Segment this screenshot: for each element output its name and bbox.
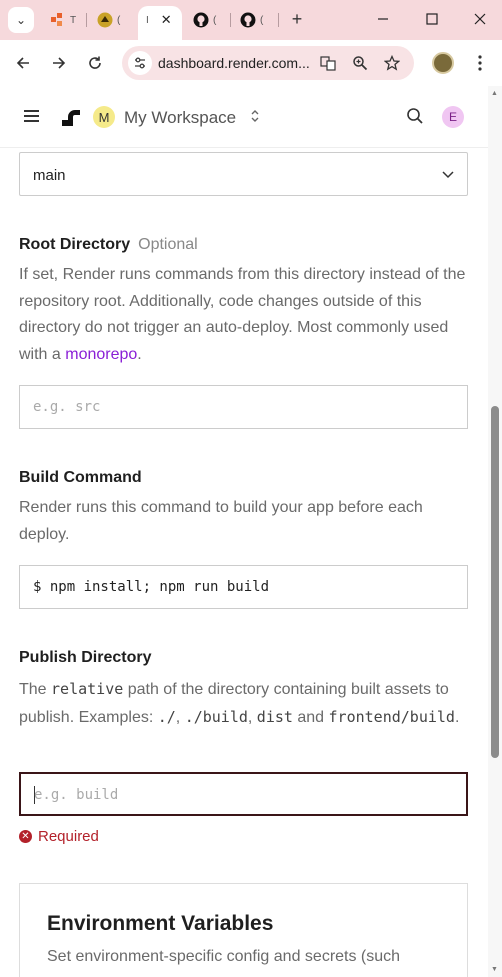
root-directory-description: If set, Render runs commands from this d… [19, 262, 474, 368]
environment-variables-description: Set environment-specific config and secr… [47, 948, 401, 965]
monorepo-link[interactable]: monorepo [65, 346, 137, 363]
publish-directory-input[interactable]: e.g. build [19, 772, 468, 816]
github-icon [193, 12, 209, 28]
branch-select-value: main [33, 167, 66, 184]
publish-directory-description: The relative path of the directory conta… [19, 676, 474, 731]
code-snippet: dist [256, 707, 293, 726]
error-icon: ✕ [19, 830, 32, 843]
tab-search-button[interactable]: ⌄ [8, 7, 34, 33]
description-text: The [19, 681, 52, 698]
environment-variables-card: Environment Variables Set environment-sp… [19, 883, 468, 977]
tab-title: T [70, 14, 77, 26]
active-tab-content[interactable]: I ✕ [146, 6, 172, 34]
chevron-down-icon [442, 171, 454, 179]
tab-separator [230, 13, 231, 27]
forward-arrow-icon[interactable] [48, 52, 70, 74]
minimize-icon[interactable] [372, 8, 394, 30]
root-directory-placeholder: e.g. src [33, 399, 101, 415]
app-header: M My Workspace E [0, 86, 488, 148]
tab-title: ( [213, 14, 217, 26]
workspace-avatar[interactable]: M [93, 106, 115, 128]
back-arrow-icon[interactable] [12, 52, 34, 74]
tab-title: I [146, 14, 149, 26]
tab-separator [278, 13, 279, 27]
render-favicon-icon [50, 12, 66, 28]
optional-tag: Optional [138, 236, 198, 253]
address-bar[interactable]: dashboard.render.com... [122, 46, 414, 80]
scrollbar-thumb[interactable] [491, 406, 499, 758]
tab-separator [86, 13, 87, 27]
reload-icon[interactable] [84, 52, 106, 74]
root-directory-input[interactable]: e.g. src [19, 385, 468, 429]
code-snippet: ./build [184, 707, 248, 726]
description-text: and [292, 708, 329, 726]
new-tab-button[interactable]: + [286, 8, 308, 30]
hamburger-menu-icon[interactable] [24, 110, 39, 122]
browser-tab-2[interactable]: ( [97, 6, 120, 34]
maximize-icon[interactable] [421, 8, 443, 30]
code-snippet: relative [51, 680, 124, 698]
browser-profile-avatar[interactable] [432, 52, 454, 74]
workspace-name[interactable]: My Workspace [124, 108, 236, 128]
root-directory-title: Root Directory [19, 236, 131, 253]
browser-menu-icon[interactable] [470, 52, 490, 74]
publish-directory-placeholder: e.g. build [34, 787, 119, 803]
chevron-up-down-icon[interactable] [250, 108, 260, 124]
build-command-value: $ npm install; npm run build [33, 579, 270, 595]
build-command-input[interactable]: $ npm install; npm run build [19, 565, 468, 609]
scroll-down-arrow-icon[interactable]: ▼ [491, 966, 498, 973]
yellow-favicon-icon [97, 12, 113, 28]
description-text: . [137, 345, 142, 363]
description-text: , [247, 708, 257, 726]
zoom-icon[interactable] [350, 53, 370, 73]
description-text: . [454, 708, 460, 726]
service-settings-form: main Root Directory Optional If set, Rend… [0, 148, 488, 977]
description-text: , [175, 708, 185, 726]
browser-tab-strip: ⌄ T ( I ✕ ( ( + [0, 0, 502, 40]
browser-toolbar: dashboard.render.com... [0, 40, 502, 86]
page-scrollbar[interactable]: ▲ ▼ [488, 86, 502, 977]
build-command-label: Build Command [19, 469, 142, 486]
bookmark-star-icon[interactable] [382, 53, 402, 73]
build-command-description: Render runs this command to build your a… [19, 499, 423, 543]
search-icon[interactable] [406, 107, 426, 127]
url-text: dashboard.render.com... [158, 55, 310, 71]
code-snippet: ./ [157, 707, 176, 726]
render-logo-icon[interactable] [62, 108, 80, 126]
site-settings-icon[interactable] [128, 51, 152, 75]
error-text: Required [38, 828, 99, 845]
user-avatar[interactable]: E [442, 106, 464, 128]
window-close-icon[interactable] [469, 8, 491, 30]
tab-title: ( [260, 14, 264, 26]
scroll-up-arrow-icon[interactable]: ▲ [491, 90, 498, 97]
code-snippet: frontend/build [328, 707, 455, 726]
root-directory-label: Root Directory Optional [19, 236, 198, 254]
translate-icon[interactable] [318, 53, 338, 73]
environment-variables-title: Environment Variables [47, 912, 274, 935]
browser-tab-5[interactable]: ( [240, 6, 263, 34]
browser-tab-4[interactable]: ( [193, 6, 216, 34]
tab-title: ( [117, 14, 121, 26]
branch-select[interactable]: main [19, 152, 468, 196]
publish-directory-label: Publish Directory [19, 649, 152, 666]
github-icon [240, 12, 256, 28]
publish-directory-error: ✕ Required [19, 828, 99, 845]
close-icon[interactable]: ✕ [161, 12, 172, 28]
browser-tab-1[interactable]: T [50, 6, 76, 34]
